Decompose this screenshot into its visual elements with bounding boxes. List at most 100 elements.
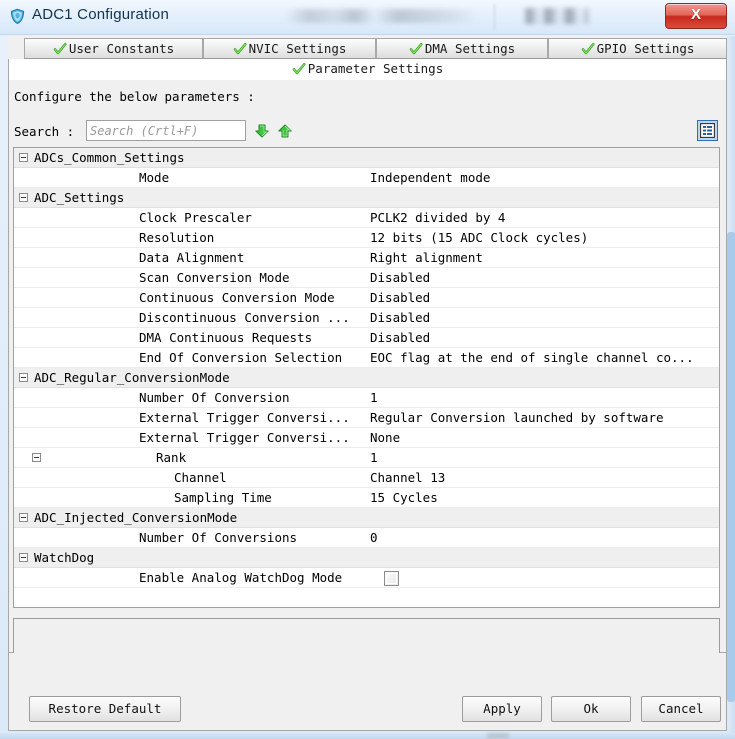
tree-row[interactable]: ADC_Regular_ConversionMode xyxy=(14,368,719,388)
tree-row-value: Disabled xyxy=(370,270,431,285)
tree-row-label: Rank xyxy=(156,450,187,465)
tree-row-value: EOC flag at the end of single channel co… xyxy=(370,350,694,365)
tree-row-label: Sampling Time xyxy=(174,490,272,505)
collapse-expander-icon[interactable] xyxy=(19,553,28,562)
tab-text: DMA Settings xyxy=(424,41,516,56)
tab-label-wrap: NVIC Settings xyxy=(233,39,347,58)
tree-row-label: ADCs_Common_Settings xyxy=(34,150,185,165)
blurred-text-ghost xyxy=(523,8,589,24)
tab-label-wrap: GPIO Settings xyxy=(581,39,695,58)
tree-row-label: Number Of Conversion xyxy=(139,390,290,405)
tree-row[interactable]: Discontinuous Conversion ... Disabled xyxy=(14,308,719,328)
tree-row[interactable]: ADCs_Common_Settings xyxy=(14,148,719,168)
tree-row-value: 1 xyxy=(370,450,378,465)
green-check-icon xyxy=(409,42,423,56)
tab-label-wrap: Parameter Settings xyxy=(292,59,443,79)
tree-row-label: DMA Continuous Requests xyxy=(139,330,313,345)
green-check-icon xyxy=(53,42,67,56)
green-check-icon xyxy=(581,42,595,56)
collapse-expander-icon[interactable] xyxy=(19,373,28,382)
tree-row-value: 1 xyxy=(370,390,378,405)
search-input[interactable] xyxy=(86,120,246,141)
search-label: Search : xyxy=(14,124,75,139)
blurred-toolbar-ghost xyxy=(285,9,480,23)
tab-parameter-settings[interactable]: Parameter Settings xyxy=(8,59,727,80)
tree-row-label: ADC_Settings xyxy=(34,190,125,205)
tree-row-value: Disabled xyxy=(370,290,431,305)
button-bar: Restore Default Apply Ok Cancel xyxy=(8,653,727,731)
restore-default-button[interactable]: Restore Default xyxy=(29,696,181,722)
tree-row[interactable]: Resolution 12 bits (15 ADC Clock cycles) xyxy=(14,228,719,248)
tree-row-label: Data Alignment xyxy=(139,250,245,265)
tab-text: Parameter Settings xyxy=(307,61,444,76)
tree-row[interactable]: ADC_Injected_ConversionMode xyxy=(14,508,719,528)
tree-row-value: Disabled xyxy=(370,310,431,325)
tree-row[interactable]: Enable Analog WatchDog Mode xyxy=(14,568,719,588)
tree-row-label: Scan Conversion Mode xyxy=(139,270,290,285)
window-scrollbar-thumb[interactable] xyxy=(727,232,735,702)
tree-row[interactable]: External Trigger Conversi... None xyxy=(14,428,719,448)
configure-label: Configure the below parameters : xyxy=(14,89,255,104)
tree-row-label: Channel xyxy=(174,470,227,485)
tree-row-value: None xyxy=(370,430,401,445)
window-scrollbar-track[interactable] xyxy=(727,36,735,736)
tree-row[interactable]: Sampling Time 15 Cycles xyxy=(14,488,719,508)
tree-row-label: External Trigger Conversi... xyxy=(139,410,350,425)
tree-row[interactable]: Mode Independent mode xyxy=(14,168,719,188)
tree-row[interactable]: Continuous Conversion Mode Disabled xyxy=(14,288,719,308)
tree-row[interactable]: Channel Channel 13 xyxy=(14,468,719,488)
tree-row-label: Discontinuous Conversion ... xyxy=(139,310,350,325)
arrow-down-icon[interactable] xyxy=(254,123,270,139)
cancel-button[interactable]: Cancel xyxy=(641,696,721,722)
tab-nvic-settings[interactable]: NVIC Settings xyxy=(203,38,376,59)
ok-button[interactable]: Ok xyxy=(551,696,631,722)
tree-row[interactable]: Scan Conversion Mode Disabled xyxy=(14,268,719,288)
tab-label-wrap: DMA Settings xyxy=(409,39,515,58)
blurred-bottom-ghost xyxy=(487,733,509,739)
tree-row-value: Channel 13 xyxy=(370,470,446,485)
parameter-tree[interactable]: ADCs_Common_Settings Mode Independent mode… xyxy=(13,147,720,608)
tree-row[interactable]: Number Of Conversions 0 xyxy=(14,528,719,548)
apply-button[interactable]: Apply xyxy=(462,696,542,722)
list-view-icon[interactable] xyxy=(697,120,718,141)
tree-row[interactable]: Data Alignment Right alignment xyxy=(14,248,719,268)
parameter-tree-rows: ADCs_Common_Settings Mode Independent mode… xyxy=(14,148,719,588)
tree-row[interactable]: ADC_Settings xyxy=(14,188,719,208)
tree-row[interactable]: External Trigger Conversi... Regular Conv… xyxy=(14,408,719,428)
collapse-expander-icon[interactable] xyxy=(19,513,28,522)
tree-row[interactable]: Number Of Conversion 1 xyxy=(14,388,719,408)
tab-user-constants[interactable]: User Constants xyxy=(24,38,203,59)
collapse-expander-icon[interactable] xyxy=(19,193,28,202)
tree-row-value: 12 bits (15 ADC Clock cycles) xyxy=(370,230,589,245)
tree-row[interactable]: Rank 1 xyxy=(14,448,719,468)
tree-row[interactable]: End Of Conversion Selection EOC flag at t… xyxy=(14,348,719,368)
window-bottom-edge xyxy=(0,733,735,739)
tree-row-label: Continuous Conversion Mode xyxy=(139,290,335,305)
collapse-expander-icon[interactable] xyxy=(32,453,41,462)
shield-icon xyxy=(9,8,26,25)
tree-row-value: 15 Cycles xyxy=(370,490,438,505)
tab-text: User Constants xyxy=(68,41,175,56)
tree-row-label: Resolution xyxy=(139,230,215,245)
watchdog-enable-checkbox[interactable] xyxy=(384,571,399,586)
collapse-expander-icon[interactable] xyxy=(19,153,28,162)
tree-row-label: Number Of Conversions xyxy=(139,530,298,545)
tab-dma-settings[interactable]: DMA Settings xyxy=(376,38,548,59)
green-check-icon xyxy=(233,42,247,56)
tab-strip: User Constants NVIC Settings DMA Setting… xyxy=(8,38,727,60)
tab-text: NVIC Settings xyxy=(248,41,347,56)
tab-label-wrap: User Constants xyxy=(53,39,174,58)
tree-row-value: Regular Conversion launched by software xyxy=(370,410,664,425)
close-button[interactable]: X xyxy=(665,3,727,29)
tree-row[interactable]: Clock Prescaler PCLK2 divided by 4 xyxy=(14,208,719,228)
tree-row-label: WatchDog xyxy=(34,550,95,565)
tree-row-label: End Of Conversion Selection xyxy=(139,350,343,365)
tab-text: GPIO Settings xyxy=(596,41,695,56)
blurred-separator-ghost xyxy=(494,4,495,30)
tree-row[interactable]: WatchDog xyxy=(14,548,719,568)
tree-row-value: Disabled xyxy=(370,330,431,345)
arrow-up-icon[interactable] xyxy=(277,123,293,139)
tree-row[interactable]: DMA Continuous Requests Disabled xyxy=(14,328,719,348)
tree-row-label: Enable Analog WatchDog Mode xyxy=(139,570,343,585)
tab-gpio-settings[interactable]: GPIO Settings xyxy=(548,38,727,59)
